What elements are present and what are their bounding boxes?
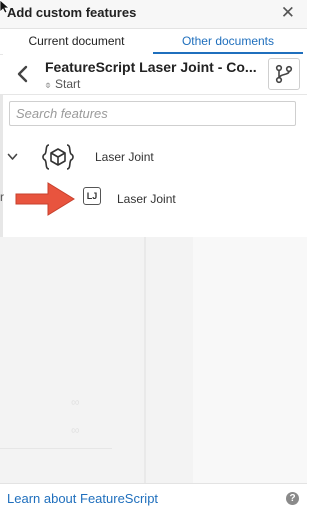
version-graph-button[interactable] (268, 58, 300, 90)
ghost-link-icon: ∞ (71, 395, 80, 409)
close-icon[interactable]: ✕ (281, 4, 295, 22)
add-custom-features-panel: ∞ ∞ Add custom features ✕ Current docume… (0, 0, 307, 514)
feature-label: Laser Joint (117, 192, 176, 206)
canvas-divider (144, 237, 146, 483)
back-chevron-icon[interactable] (15, 64, 31, 84)
mouse-cursor-icon (0, 0, 10, 14)
version-icon: ⌽ (45, 80, 51, 91)
background-canvas: ∞ ∞ (0, 237, 307, 483)
canvas-line (0, 448, 112, 449)
feature-icon-text: LJ (86, 191, 98, 201)
canvas-step (180, 286, 193, 320)
learn-featurescript-link[interactable]: Learn about FeatureScript (7, 491, 158, 506)
ghost-link-icon: ∞ (71, 423, 80, 437)
dialog-title: Add custom features (7, 5, 137, 20)
active-tab-indicator (153, 52, 303, 54)
document-title: FeatureScript Laser Joint - Co... (45, 59, 257, 75)
canvas-step (180, 380, 193, 414)
tab-bar: Current document Other documents (0, 29, 307, 54)
feature-studio-label: Laser Joint (95, 150, 154, 164)
version-label: Start (55, 77, 81, 91)
feature-studio-row[interactable]: Laser Joint (0, 140, 303, 174)
tab-current-document[interactable]: Current document (0, 29, 153, 53)
title-bar: Add custom features ✕ (0, 0, 307, 29)
footer: Learn about FeatureScript ? (0, 483, 307, 514)
branch-icon (275, 64, 293, 84)
laser-joint-feature-icon: LJ (83, 187, 101, 205)
canvas-region (193, 237, 307, 483)
document-header: FeatureScript Laser Joint - Co... ⌽ Start (0, 55, 307, 95)
tab-other-documents[interactable]: Other documents (153, 29, 303, 53)
search-features-input[interactable] (9, 101, 296, 126)
document-version: ⌽ Start (45, 77, 80, 91)
feature-studio-icon (42, 144, 74, 170)
chevron-down-icon[interactable] (7, 153, 18, 161)
feature-item-laser-joint[interactable]: LJ Laser Joint (0, 183, 303, 213)
help-icon[interactable]: ? (286, 492, 299, 505)
